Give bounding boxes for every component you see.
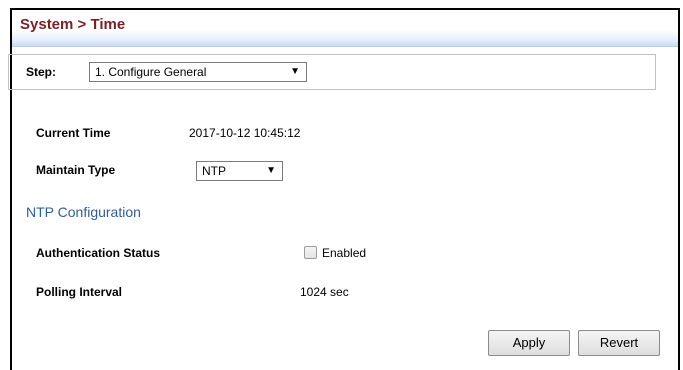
step-select[interactable]: 1. Configure General ▼	[89, 62, 307, 82]
apply-button[interactable]: Apply	[488, 330, 570, 356]
polling-interval-value: 1024 sec	[300, 285, 349, 299]
auth-enabled-label: Enabled	[322, 246, 367, 260]
step-row: Step: 1. Configure General ▼	[8, 54, 656, 90]
maintain-type-value: NTP	[202, 164, 226, 178]
maintain-type-label: Maintain Type	[36, 163, 116, 177]
step-label: Step:	[26, 65, 56, 79]
page-header: System > Time	[12, 10, 678, 47]
current-time-label: Current Time	[36, 126, 111, 140]
page-title: System > Time	[20, 16, 126, 33]
step-select-value: 1. Configure General	[95, 65, 207, 79]
auth-enabled-checkbox[interactable]	[304, 246, 317, 259]
maintain-type-select[interactable]: NTP ▼	[196, 161, 283, 181]
chevron-down-icon: ▼	[290, 66, 300, 77]
polling-interval-label: Polling Interval	[36, 285, 123, 299]
auth-status-label: Authentication Status	[36, 246, 161, 260]
revert-button[interactable]: Revert	[578, 330, 660, 356]
ntp-section-title: NTP Configuration	[26, 204, 141, 220]
current-time-value: 2017-10-12 10:45:12	[189, 126, 301, 140]
chevron-down-icon: ▼	[266, 165, 276, 176]
